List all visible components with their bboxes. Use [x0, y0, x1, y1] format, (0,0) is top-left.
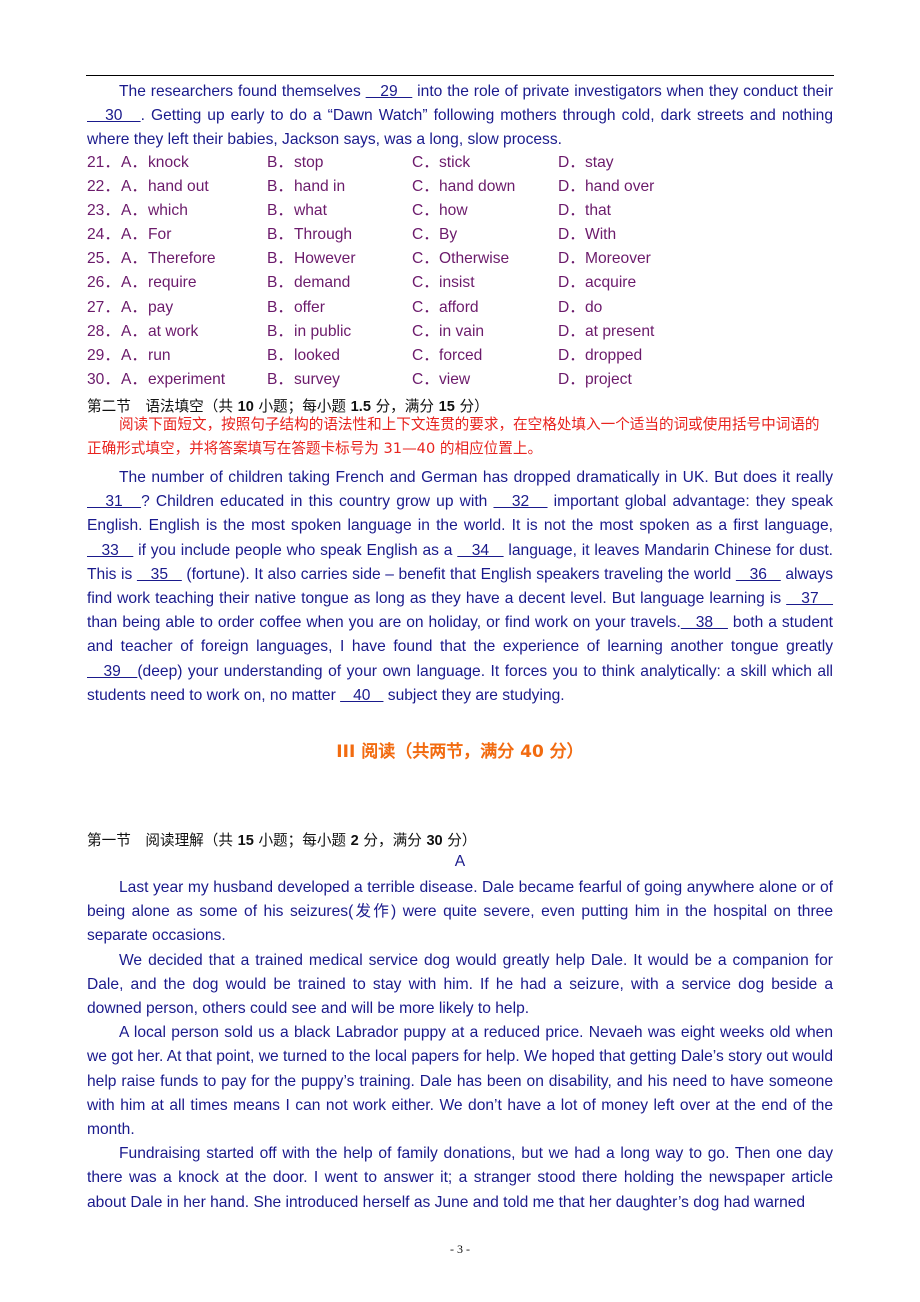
option-b: B．hand in [267, 178, 346, 196]
option-c: C．By [412, 226, 458, 244]
option-d: D．at present [558, 322, 655, 340]
question-number: 24． [87, 226, 120, 244]
option-d: D．that [558, 202, 612, 220]
option-c: C．forced [412, 346, 483, 364]
option-row: 26． A．require B．demand C．insist D．acquir… [87, 271, 833, 295]
option-a: A．Therefore [121, 250, 216, 268]
option-a: A．run [121, 346, 171, 364]
option-c: C．stick [412, 154, 471, 171]
option-c: C．afford [412, 298, 479, 316]
option-b: B．However [267, 250, 356, 268]
blank-36: 36 [735, 565, 781, 583]
blank-33: 33 [87, 541, 134, 559]
blank-30: 30 [87, 107, 141, 125]
blank-37: 37 [786, 590, 834, 608]
section-2-instructions: 阅读下面短文，按照句子结构的语法性和上下文连贯的要求，在空格处填入一个适当的词或… [87, 416, 820, 457]
blank-39: 39 [87, 662, 138, 680]
option-a: A．which [121, 202, 188, 220]
part-3-title: III 阅读（共两节，满分 40 分） [336, 742, 584, 762]
question-number: 27． [87, 298, 120, 316]
option-d: D．acquire [558, 274, 637, 292]
cloze-passage-tail: The researchers found themselves 29 into… [87, 80, 833, 153]
option-b: B．offer [267, 298, 325, 316]
question-number: 26． [87, 274, 120, 292]
reading-passage-a: Last year my husband developed a terribl… [87, 876, 833, 1215]
question-number: 25． [87, 250, 120, 268]
option-a: A．experiment [121, 370, 226, 388]
option-d: D．project [558, 370, 632, 388]
option-c: C．in vain [412, 322, 485, 340]
option-b: B．looked [267, 346, 340, 364]
option-d: D．do [558, 298, 603, 316]
option-c: C．Otherwise [412, 250, 510, 268]
option-d: D．dropped [558, 346, 643, 364]
option-b: B．demand [267, 274, 351, 292]
option-d: D．hand over [558, 178, 655, 196]
option-b: B．Through [267, 226, 353, 244]
page-number: - 3 - [450, 1242, 470, 1256]
blank-34: 34 [457, 541, 504, 559]
exam-page: The researchers found themselves 29 into… [0, 0, 920, 1302]
option-row: 30． A．experiment B．survey C．view D．proje… [87, 368, 833, 392]
option-row: 29． A．run B．looked C．forced D．dropped [87, 344, 833, 368]
blank-38: 38 [680, 614, 728, 632]
cloze-options: 21． A．knock B．stop C．stick D．stay 22． A．… [87, 151, 833, 392]
option-b: B．what [267, 202, 327, 220]
blank-32: 32 [493, 493, 548, 511]
option-a: A．at work [121, 322, 199, 340]
option-c: C．how [412, 202, 468, 220]
question-number: 21． [87, 154, 120, 171]
grammar-paragraph: The number of children taking French and… [87, 469, 834, 704]
cloze-paragraph: The researchers found themselves 29 into… [87, 83, 834, 149]
option-a: A．require [121, 274, 197, 292]
passage-paragraph: A local person sold us a black Labrador … [87, 1024, 833, 1139]
blank-35: 35 [136, 565, 182, 583]
option-b: B．in public [267, 322, 352, 340]
option-row: 21． A．knock B．stop C．stick D．stay [87, 151, 833, 175]
passage-paragraph: Last year my husband developed a terribl… [87, 879, 833, 945]
question-number: 30． [87, 370, 120, 388]
grammar-passage: The number of children taking French and… [87, 466, 833, 708]
question-number: 29． [87, 346, 120, 364]
question-number: 28． [87, 322, 120, 340]
option-a: A．pay [121, 298, 174, 316]
option-b: B．survey [267, 370, 340, 388]
option-row: 24． A．For B．Through C．By D．With [87, 223, 833, 247]
option-a: A．For [121, 226, 172, 244]
option-row: 27． A．pay B．offer C．afford D．do [87, 296, 833, 320]
option-c: C．hand down [412, 178, 516, 196]
blank-40: 40 [340, 686, 384, 704]
option-b: B．stop [267, 154, 324, 171]
option-a: A．hand out [121, 178, 209, 196]
question-number: 23． [87, 202, 120, 220]
passage-paragraph: Fundraising started off with the help of… [87, 1145, 833, 1211]
option-d: D．With [558, 226, 617, 244]
option-row: 25． A．Therefore B．However C．Otherwise D．… [87, 247, 833, 271]
blank-31: 31 [87, 493, 142, 511]
passage-paragraph: We decided that a trained medical servic… [87, 951, 833, 1018]
passage-letter: A [454, 853, 466, 870]
option-d: D．stay [558, 154, 614, 171]
option-row: 23． A．which B．what C．how D．that [87, 199, 833, 223]
blank-29: 29 [365, 83, 413, 100]
option-c: C．view [412, 370, 471, 388]
option-row: 28． A．at work B．in public C．in vain D．at… [87, 320, 833, 344]
question-number: 22． [87, 178, 120, 196]
section-1-heading: 第一节 阅读理解（共 15 小题；每小题 2 分，满分 30 分） [87, 832, 477, 849]
header-rule [86, 75, 834, 76]
option-c: C．insist [412, 274, 475, 292]
option-row: 22． A．hand out B．hand in C．hand down D．h… [87, 175, 833, 199]
option-d: D．Moreover [558, 250, 651, 268]
option-a: A．knock [121, 154, 189, 171]
